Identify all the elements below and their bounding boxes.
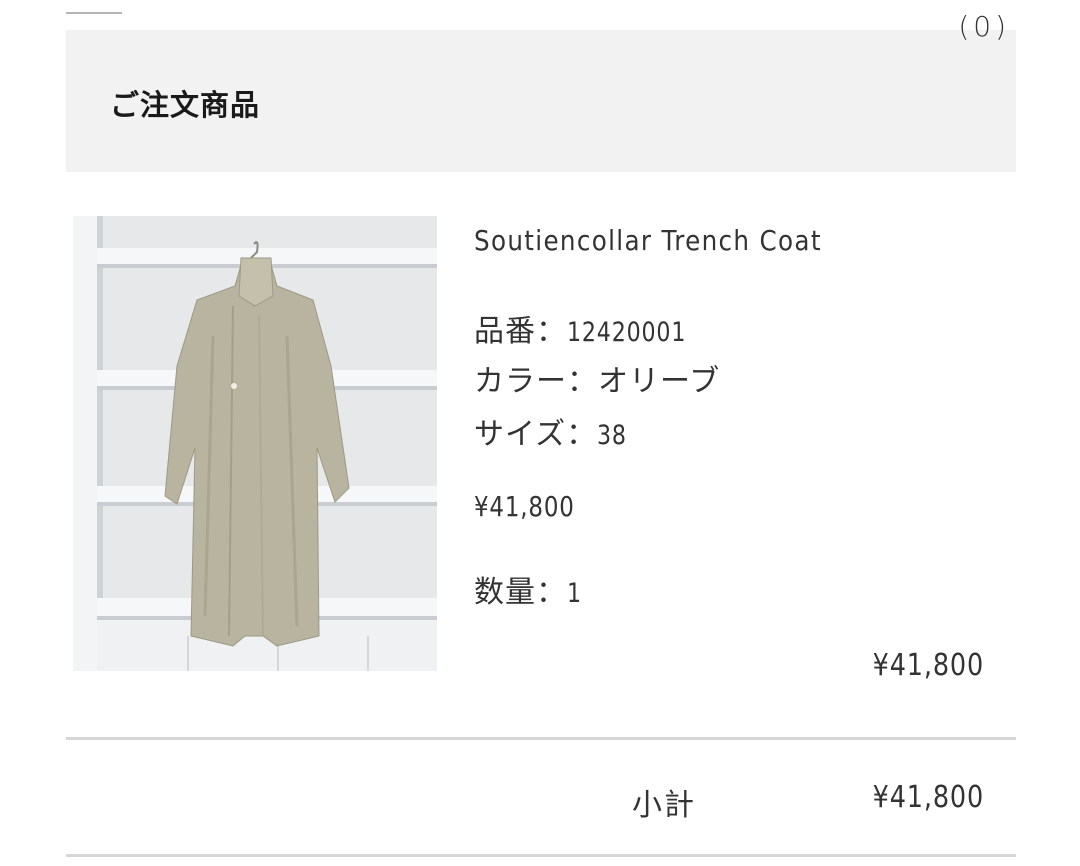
section-title: ご注文商品 (110, 88, 261, 122)
subtotal-value: ¥41,800 (872, 780, 984, 815)
product-color-label: カラー： (474, 364, 598, 399)
cart-count[interactable]: (0) (958, 10, 1010, 43)
trench-coat-photo (73, 216, 437, 671)
product-color-row: カラー：オリーブ (474, 356, 720, 400)
product-color-value: オリーブ (598, 364, 721, 399)
unit-price: ¥41,800 (474, 490, 575, 523)
product-code-value: 12420001 (567, 317, 687, 348)
product-size-row: サイズ：38 (474, 409, 633, 453)
quantity-label: 数量： (474, 575, 567, 610)
product-name[interactable]: Soutiencollar Trench Coat (474, 224, 822, 257)
divider (66, 854, 1016, 857)
quantity-row: 数量：1 (474, 567, 585, 611)
quantity-value: 1 (567, 578, 582, 609)
subtotal-label: 小計 (632, 788, 696, 823)
product-size-label: サイズ： (474, 417, 598, 452)
product-code-label: 品番： (474, 314, 567, 349)
product-code-row: 品番：12420001 (474, 306, 712, 350)
line-total: ¥41,800 (872, 648, 984, 683)
section-header: ご注文商品 (66, 30, 1016, 172)
product-image[interactable] (73, 216, 437, 671)
order-items-page: ご注文商品 (0) Soutiencollar Trench Coat 品番：1… (0, 0, 1080, 866)
divider (66, 737, 1016, 740)
product-size-value: 38 (597, 420, 627, 451)
